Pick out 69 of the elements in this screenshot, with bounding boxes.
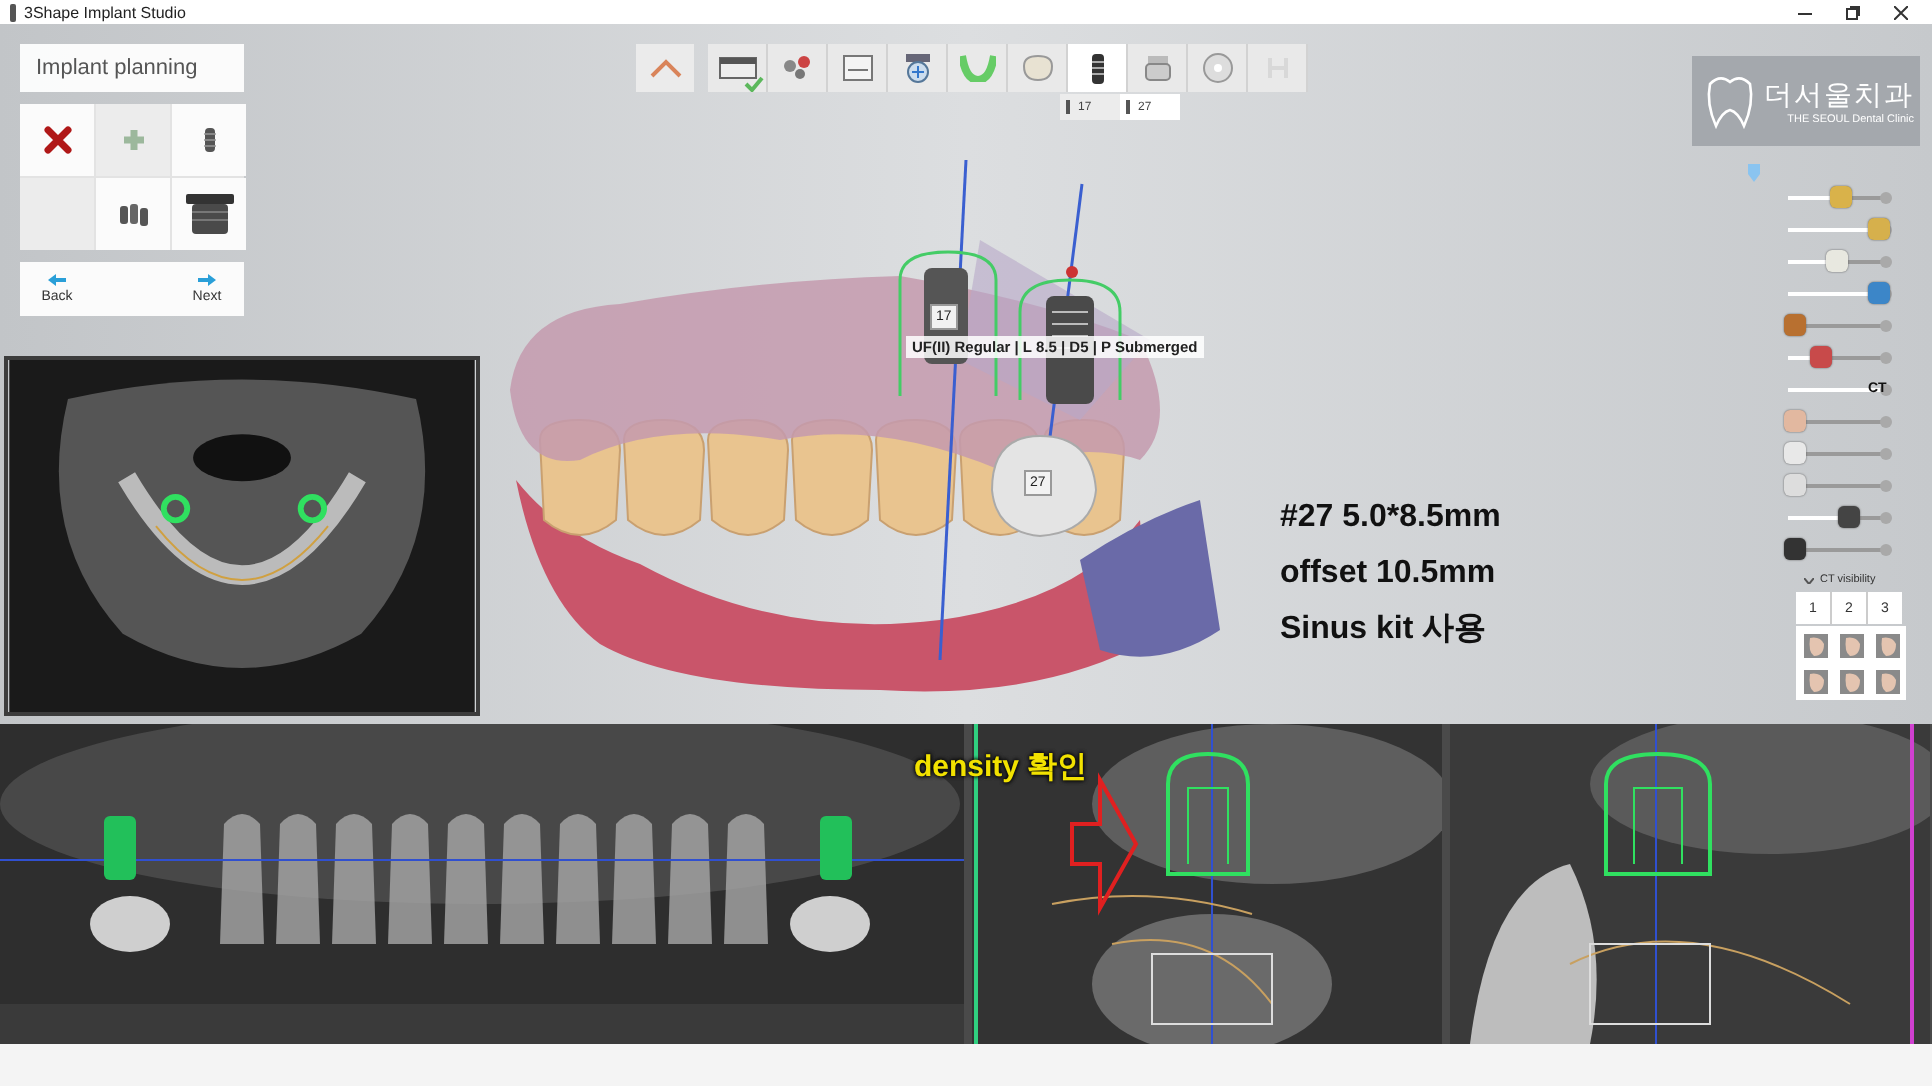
slider-thumb[interactable]	[1868, 218, 1890, 240]
home-button[interactable]	[636, 44, 694, 92]
head-view-icon	[1801, 667, 1829, 695]
restore-icon	[1845, 5, 1859, 19]
head-view-icon	[1837, 667, 1865, 695]
slider-thumb[interactable]	[1784, 314, 1806, 336]
visibility-slider[interactable]	[1784, 186, 1892, 210]
view-preset-button[interactable]	[1870, 664, 1904, 698]
window-title: 3Shape Implant Studio	[24, 3, 186, 21]
annotation-text: Sinus kit 사용	[1280, 612, 1489, 648]
implant-icon	[203, 128, 215, 152]
visibility-slider[interactable]	[1784, 538, 1892, 562]
clinic-name: 더서울치과	[1764, 77, 1914, 113]
view-preset-button[interactable]	[1798, 664, 1832, 698]
slider-thumb[interactable]	[1838, 506, 1861, 528]
arch-icon	[959, 54, 995, 82]
tooth-icon	[1021, 54, 1053, 82]
head-view-icon	[1873, 667, 1901, 695]
visibility-slider[interactable]	[1784, 282, 1892, 306]
nerve-icon	[903, 52, 931, 84]
visibility-slider[interactable]	[1784, 250, 1892, 274]
align-icon	[782, 54, 812, 82]
cross-icon	[43, 126, 71, 154]
visibility-slider[interactable]	[1784, 314, 1892, 338]
implants-tool[interactable]	[96, 178, 170, 250]
slider-thumb[interactable]	[1868, 282, 1890, 304]
visibility-slider[interactable]	[1784, 442, 1892, 466]
annotation-text: #27 5.0*8.5mm	[1280, 500, 1501, 536]
implant-step[interactable]	[1068, 44, 1128, 92]
panel-title: Implant planning	[20, 44, 244, 92]
slider-thumb[interactable]	[1784, 474, 1806, 496]
view-preset-button[interactable]	[1834, 628, 1868, 662]
caret-icon	[1804, 577, 1814, 583]
annotation-text: offset 10.5mm	[1280, 556, 1498, 592]
sleeve-icon	[1143, 54, 1171, 82]
slider-thumb[interactable]	[1784, 410, 1806, 432]
slider-thumb[interactable]	[1809, 346, 1832, 368]
disc-icon	[1201, 52, 1233, 84]
view-preset-button[interactable]	[1834, 664, 1868, 698]
home-icon	[649, 58, 681, 78]
sleeve-tool[interactable]	[172, 178, 246, 250]
head-view-icon	[1801, 631, 1829, 659]
visibility-slider[interactable]	[1784, 506, 1892, 530]
tooth-logo-icon	[1704, 71, 1756, 131]
left-arrow-icon	[48, 274, 66, 286]
visibility-slider[interactable]	[1784, 346, 1892, 370]
implant-icon	[1089, 51, 1105, 85]
implants-icon	[119, 203, 147, 225]
implant-tool[interactable]	[172, 104, 246, 176]
visibility-slider[interactable]	[1784, 474, 1892, 498]
slider-thumb[interactable]	[1826, 250, 1848, 272]
scan-icon	[717, 56, 757, 80]
panel-icon	[841, 54, 873, 82]
visibility-slider[interactable]	[1784, 218, 1892, 242]
right-arrow-icon	[198, 274, 216, 286]
head-view-icon	[1837, 631, 1865, 659]
pin-icon	[1748, 164, 1760, 182]
head-view-icon	[1873, 631, 1901, 659]
view-preset-button[interactable]	[1798, 628, 1832, 662]
view-preset-button[interactable]	[1870, 628, 1904, 662]
slider-thumb[interactable]	[1830, 186, 1853, 208]
delete-tool[interactable]	[20, 104, 94, 176]
slider-thumb[interactable]	[1784, 442, 1806, 464]
plus-icon	[121, 128, 145, 152]
app-icon	[8, 3, 18, 21]
visibility-slider[interactable]	[1784, 410, 1892, 434]
slider-thumb[interactable]	[1784, 538, 1806, 560]
close-icon	[1893, 5, 1907, 19]
sleeve-icon	[185, 194, 233, 234]
